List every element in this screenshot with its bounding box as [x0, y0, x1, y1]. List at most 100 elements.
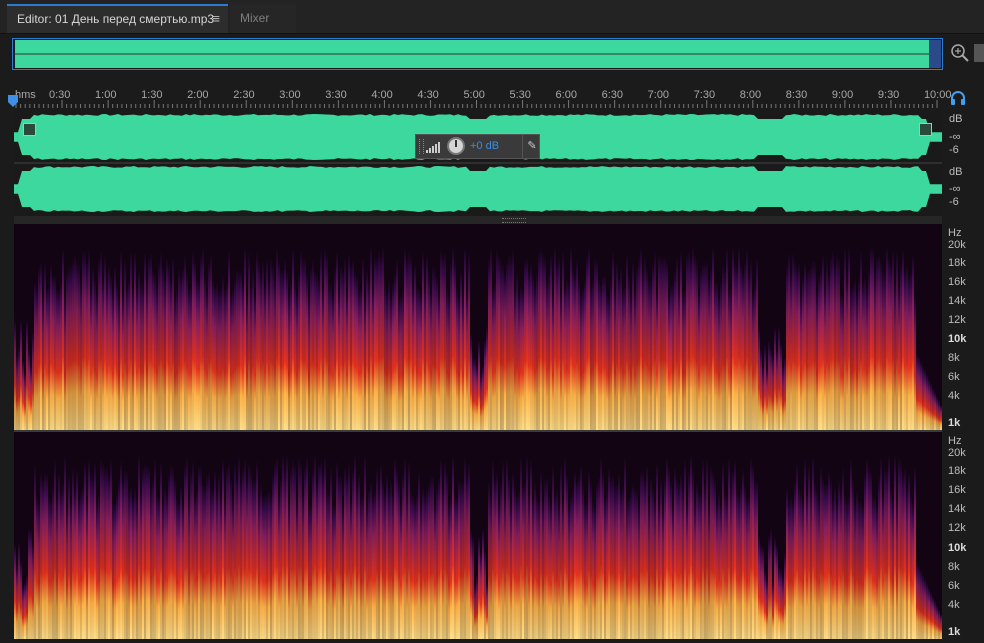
- volume-knob[interactable]: [447, 137, 465, 155]
- hud-grip[interactable]: [419, 139, 424, 154]
- panel-toggle-icon[interactable]: [974, 44, 984, 62]
- spec-column: [384, 280, 386, 430]
- spec-column: [248, 460, 250, 639]
- tab-editor[interactable]: Editor: 01 День перед смертью.mp3 ≡: [7, 4, 228, 33]
- spec-column: [210, 487, 212, 639]
- spec-column: [206, 472, 208, 639]
- spec-column: [50, 497, 52, 639]
- pin-icon[interactable]: ✎: [522, 135, 541, 158]
- fade-out-handle[interactable]: [919, 123, 932, 136]
- spec-column: [530, 458, 532, 639]
- spec-column: [416, 283, 418, 430]
- spec-column: [850, 286, 852, 430]
- spec-column: [736, 487, 738, 639]
- view-splitter[interactable]: [14, 216, 942, 224]
- spec-column: [14, 543, 16, 639]
- spec-column: [182, 266, 184, 430]
- spec-column: [292, 457, 294, 639]
- spec-column: [222, 457, 224, 639]
- spec-column: [230, 476, 232, 639]
- spec-column: [938, 400, 940, 430]
- spec-column: [216, 280, 218, 430]
- volume-value[interactable]: +0 dB: [470, 140, 499, 152]
- spec-column: [508, 252, 510, 430]
- spec-column: [448, 502, 450, 639]
- spec-column: [194, 494, 196, 639]
- spec-column: [24, 371, 26, 430]
- spec-column: [176, 287, 178, 430]
- spec-column: [356, 274, 358, 430]
- spec-column: [430, 474, 432, 639]
- spec-column: [134, 250, 136, 430]
- spec-column: [322, 471, 324, 639]
- spec-column: [780, 342, 782, 430]
- spec-column: [478, 535, 480, 639]
- spec-column: [930, 591, 932, 639]
- spec-column: [838, 478, 840, 639]
- spec-column: [760, 542, 762, 639]
- spec-column: [516, 271, 518, 430]
- spec-column: [110, 274, 112, 430]
- spec-column: [686, 253, 688, 430]
- spectrogram-ch1[interactable]: [14, 224, 942, 430]
- tab-menu-icon[interactable]: ≡: [212, 6, 220, 32]
- tab-mixer[interactable]: Mixer: [230, 4, 296, 33]
- spec-column: [678, 284, 680, 430]
- spec-column: [156, 283, 158, 430]
- playhead-marker[interactable]: [8, 95, 18, 109]
- spectrogram-ch2[interactable]: [14, 432, 942, 639]
- spec-column: [192, 249, 194, 430]
- spec-column: [92, 265, 94, 430]
- spec-column: [524, 480, 526, 639]
- spec-column: [520, 455, 522, 639]
- splitter-grip[interactable]: [502, 218, 526, 223]
- spec-column: [288, 501, 290, 639]
- spec-column: [320, 249, 322, 430]
- spec-column: [744, 483, 746, 639]
- spec-column: [924, 369, 926, 430]
- spec-column: [438, 291, 440, 430]
- spec-column: [108, 262, 110, 430]
- fade-in-handle[interactable]: [23, 123, 36, 136]
- headphones-icon[interactable]: [950, 90, 966, 106]
- spec-column: [200, 463, 202, 639]
- spec-column: [556, 263, 558, 430]
- spec-column: [260, 272, 262, 430]
- spec-column: [712, 245, 714, 430]
- spec-column: [858, 275, 860, 430]
- spec-column: [528, 491, 530, 639]
- spec-column: [346, 473, 348, 639]
- spec-column: [916, 351, 918, 430]
- zoom-icon[interactable]: [949, 42, 971, 64]
- spec-column: [240, 268, 242, 430]
- overview-navigator[interactable]: [12, 38, 943, 70]
- time-ruler[interactable]: hms 0:30 1:00 1:30 2:00 2:30 3:00 3:30 4:00 4:30…: [12, 84, 951, 108]
- spec-column: [268, 489, 270, 639]
- spec-column: [172, 465, 174, 639]
- volume-hud[interactable]: +0 dB ✎: [415, 134, 540, 159]
- spec-column: [674, 269, 676, 430]
- spec-column: [938, 609, 940, 639]
- spec-column: [452, 244, 454, 430]
- spec-column: [268, 279, 270, 430]
- spec-column: [360, 495, 362, 639]
- spec-column: [834, 262, 836, 430]
- spec-column: [722, 459, 724, 639]
- spec-column: [138, 268, 140, 430]
- spec-column: [812, 258, 814, 430]
- spec-column: [58, 471, 60, 639]
- spec-column: [330, 466, 332, 639]
- spec-column: [886, 467, 888, 639]
- spec-column: [910, 493, 912, 639]
- spec-column: [448, 293, 450, 430]
- spec-column: [738, 244, 740, 430]
- spec-column: [542, 251, 544, 430]
- spec-column: [246, 478, 248, 639]
- spec-column: [166, 491, 168, 639]
- spec-column: [16, 354, 18, 430]
- tab-editor-label: Editor: 01 День перед смертью.mp3: [17, 12, 215, 26]
- spec-column: [620, 266, 622, 430]
- waveform-display[interactable]: [14, 110, 942, 216]
- spec-column: [28, 347, 30, 430]
- spec-column: [328, 489, 330, 639]
